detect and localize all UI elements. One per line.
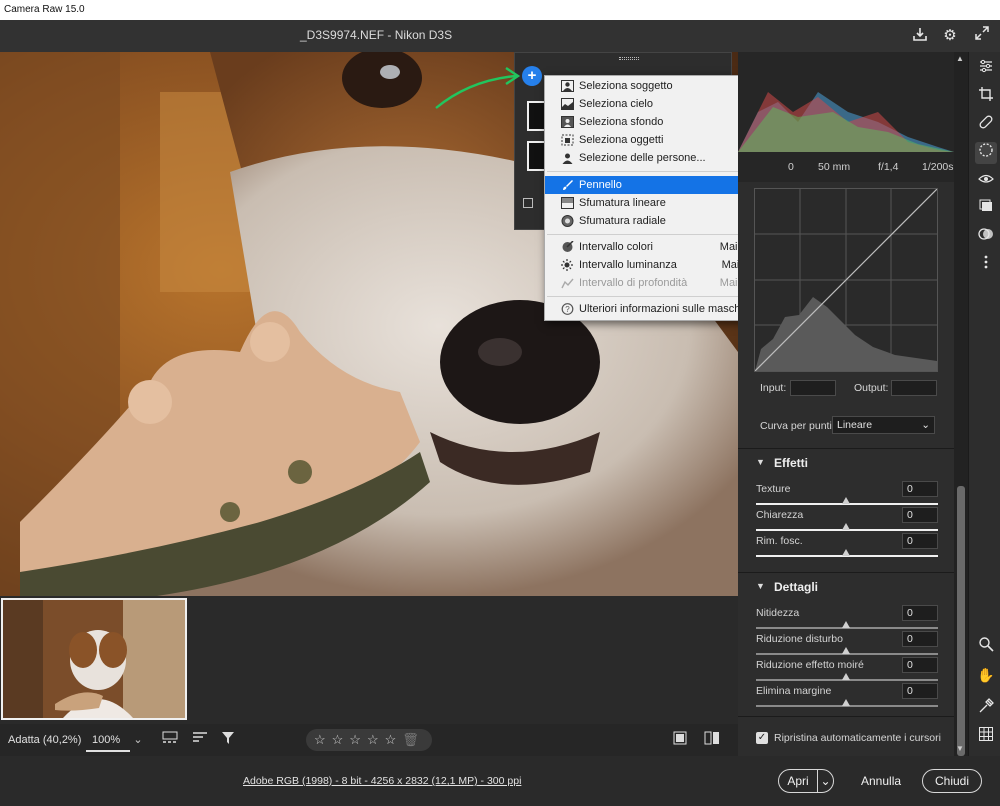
auto-reset-label: Ripristina automaticamente i cursori — [774, 732, 941, 744]
edit-sliders-icon[interactable] — [975, 58, 997, 80]
trash-icon[interactable]: 🗑 — [402, 732, 419, 747]
cancel-button[interactable]: Annulla — [861, 774, 901, 788]
right-panel: 0 50 mm f/1,4 1/200s Input: Output: Curv… — [738, 52, 954, 756]
more-image-settings-icon[interactable] — [975, 254, 997, 276]
slider-thumb[interactable] — [842, 673, 850, 680]
done-button[interactable]: Chiudi — [922, 769, 982, 793]
slider-thumb[interactable] — [842, 621, 850, 628]
masking-icon[interactable] — [975, 142, 997, 164]
window-title: Camera Raw 15.0 — [0, 0, 1000, 20]
point-curve-select[interactable]: Lineare ⌄ — [832, 416, 935, 434]
auto-reset-checkbox[interactable]: ✓ — [756, 732, 768, 744]
filmstrip-toggle-icon[interactable] — [160, 731, 180, 749]
camera-name: Nikon D3S — [394, 28, 453, 42]
chevron-down-icon[interactable]: ⌄ — [130, 730, 146, 750]
view-bar: Adatta (40,2%) 100% ⌄ ☆☆☆☆☆🗑 — [0, 724, 738, 756]
exif-aperture: f/1,4 — [878, 161, 899, 173]
crop-icon[interactable] — [975, 86, 997, 108]
help-icon: ? — [561, 303, 574, 315]
healing-icon[interactable] — [975, 114, 997, 136]
zoom-level-field[interactable]: 100% — [86, 728, 130, 752]
scroll-down-icon[interactable]: ▼ — [956, 744, 964, 753]
rating-stars[interactable]: ☆☆☆☆☆🗑 — [306, 729, 432, 751]
slider-thumb[interactable] — [842, 549, 850, 556]
slider-moire-reduction[interactable]: Riduzione effetto moiré 0 — [756, 657, 938, 685]
workflow-options-link[interactable]: Adobe RGB (1998) - 8 bit - 4256 x 2832 (… — [243, 775, 521, 787]
slider-noise-reduction[interactable]: Riduzione disturbo 0 — [756, 631, 938, 659]
exif-focal: 50 mm — [818, 161, 851, 173]
brush-icon — [563, 180, 573, 190]
background-icon — [561, 116, 574, 128]
fullscreen-icon[interactable] — [972, 26, 992, 46]
title-separator: - — [387, 28, 392, 42]
people-icon — [562, 153, 573, 164]
save-icon[interactable] — [910, 26, 930, 46]
tool-strip: ✋ — [968, 52, 1000, 756]
exif-shutter: 1/200s — [922, 161, 954, 173]
header-bar: _D3S9974.NEF - Nikon D3S ⚙ — [0, 20, 1000, 52]
presets-icon[interactable] — [975, 226, 997, 248]
slider-thumb[interactable] — [842, 523, 850, 530]
create-mask-button[interactable]: + — [522, 66, 542, 86]
depth-range-icon — [561, 278, 574, 289]
histogram: 0 50 mm f/1,4 1/200s — [738, 52, 954, 182]
open-button-group: Apri ⌄ — [778, 769, 834, 793]
filter-icon[interactable] — [218, 731, 238, 749]
output-label: Output: — [854, 382, 889, 394]
slider-dehaze[interactable]: Rim. fosc. 0 — [756, 533, 938, 561]
linear-gradient-icon — [561, 197, 574, 209]
effects-section-header[interactable]: ▼ Effetti — [738, 448, 954, 478]
luminance-range-icon — [561, 259, 573, 271]
objects-icon — [561, 134, 574, 146]
scroll-up-icon[interactable]: ▲ — [956, 54, 964, 63]
file-title: _D3S9974.NEF - Nikon D3S — [300, 28, 452, 42]
eyedropper-icon[interactable] — [975, 698, 997, 720]
tone-curve[interactable] — [754, 188, 938, 372]
slider-sharpening[interactable]: Nitidezza 0 — [756, 605, 938, 633]
sort-icon[interactable] — [190, 731, 210, 749]
open-options-chevron-icon[interactable]: ⌄ — [817, 770, 833, 792]
file-name: _D3S9974.NEF — [300, 28, 385, 42]
footer-bar: Adobe RGB (1998) - 8 bit - 4256 x 2832 (… — [0, 756, 1000, 806]
input-label: Input: — [760, 382, 787, 394]
panel-grip[interactable] — [619, 57, 639, 60]
zoom-icon[interactable] — [975, 636, 997, 658]
green-arrow-annotation — [435, 67, 521, 109]
output-field[interactable] — [891, 380, 937, 396]
filmstrip — [0, 596, 738, 724]
slider-thumb[interactable] — [842, 497, 850, 504]
collapse-triangle-icon: ▼ — [756, 457, 765, 467]
compare-view-icon[interactable] — [702, 731, 722, 749]
input-field[interactable] — [790, 380, 836, 396]
grid-icon[interactable] — [975, 726, 997, 748]
red-eye-icon[interactable] — [975, 170, 997, 192]
gear-icon[interactable]: ⚙ — [940, 26, 960, 46]
point-curve-label: Curva per punti — [760, 420, 832, 432]
mask-overlay-checkbox[interactable] — [523, 198, 533, 208]
slider-thumb[interactable] — [842, 647, 850, 654]
open-button[interactable]: Apri — [779, 770, 817, 792]
before-after-toggle-icon[interactable] — [670, 731, 690, 749]
filmstrip-thumbnail[interactable] — [1, 598, 187, 720]
svg-text:?: ? — [565, 305, 570, 314]
panel-scrollbar[interactable]: ▲ ▼ — [954, 52, 968, 756]
sky-icon — [561, 98, 574, 110]
details-section-header[interactable]: ▼ Dettagli — [738, 572, 954, 602]
slider-texture[interactable]: Texture 0 — [756, 481, 938, 509]
exif-iso: 0 — [788, 161, 794, 173]
section-divider — [738, 716, 954, 717]
color-range-icon — [562, 241, 574, 252]
slider-thumb[interactable] — [842, 699, 850, 706]
slider-defringe[interactable]: Elimina margine 0 — [756, 683, 938, 711]
radial-gradient-icon — [561, 215, 574, 227]
snapshots-icon[interactable] — [975, 198, 997, 220]
scrollbar-thumb[interactable] — [957, 486, 965, 756]
hand-icon[interactable]: ✋ — [975, 664, 997, 686]
collapse-triangle-icon: ▼ — [756, 581, 765, 591]
zoom-fit-button[interactable]: Adatta (40,2%) — [8, 734, 81, 746]
slider-clarity[interactable]: Chiarezza 0 — [756, 507, 938, 535]
chevron-down-icon: ⌄ — [921, 419, 930, 431]
subject-icon — [561, 80, 574, 92]
